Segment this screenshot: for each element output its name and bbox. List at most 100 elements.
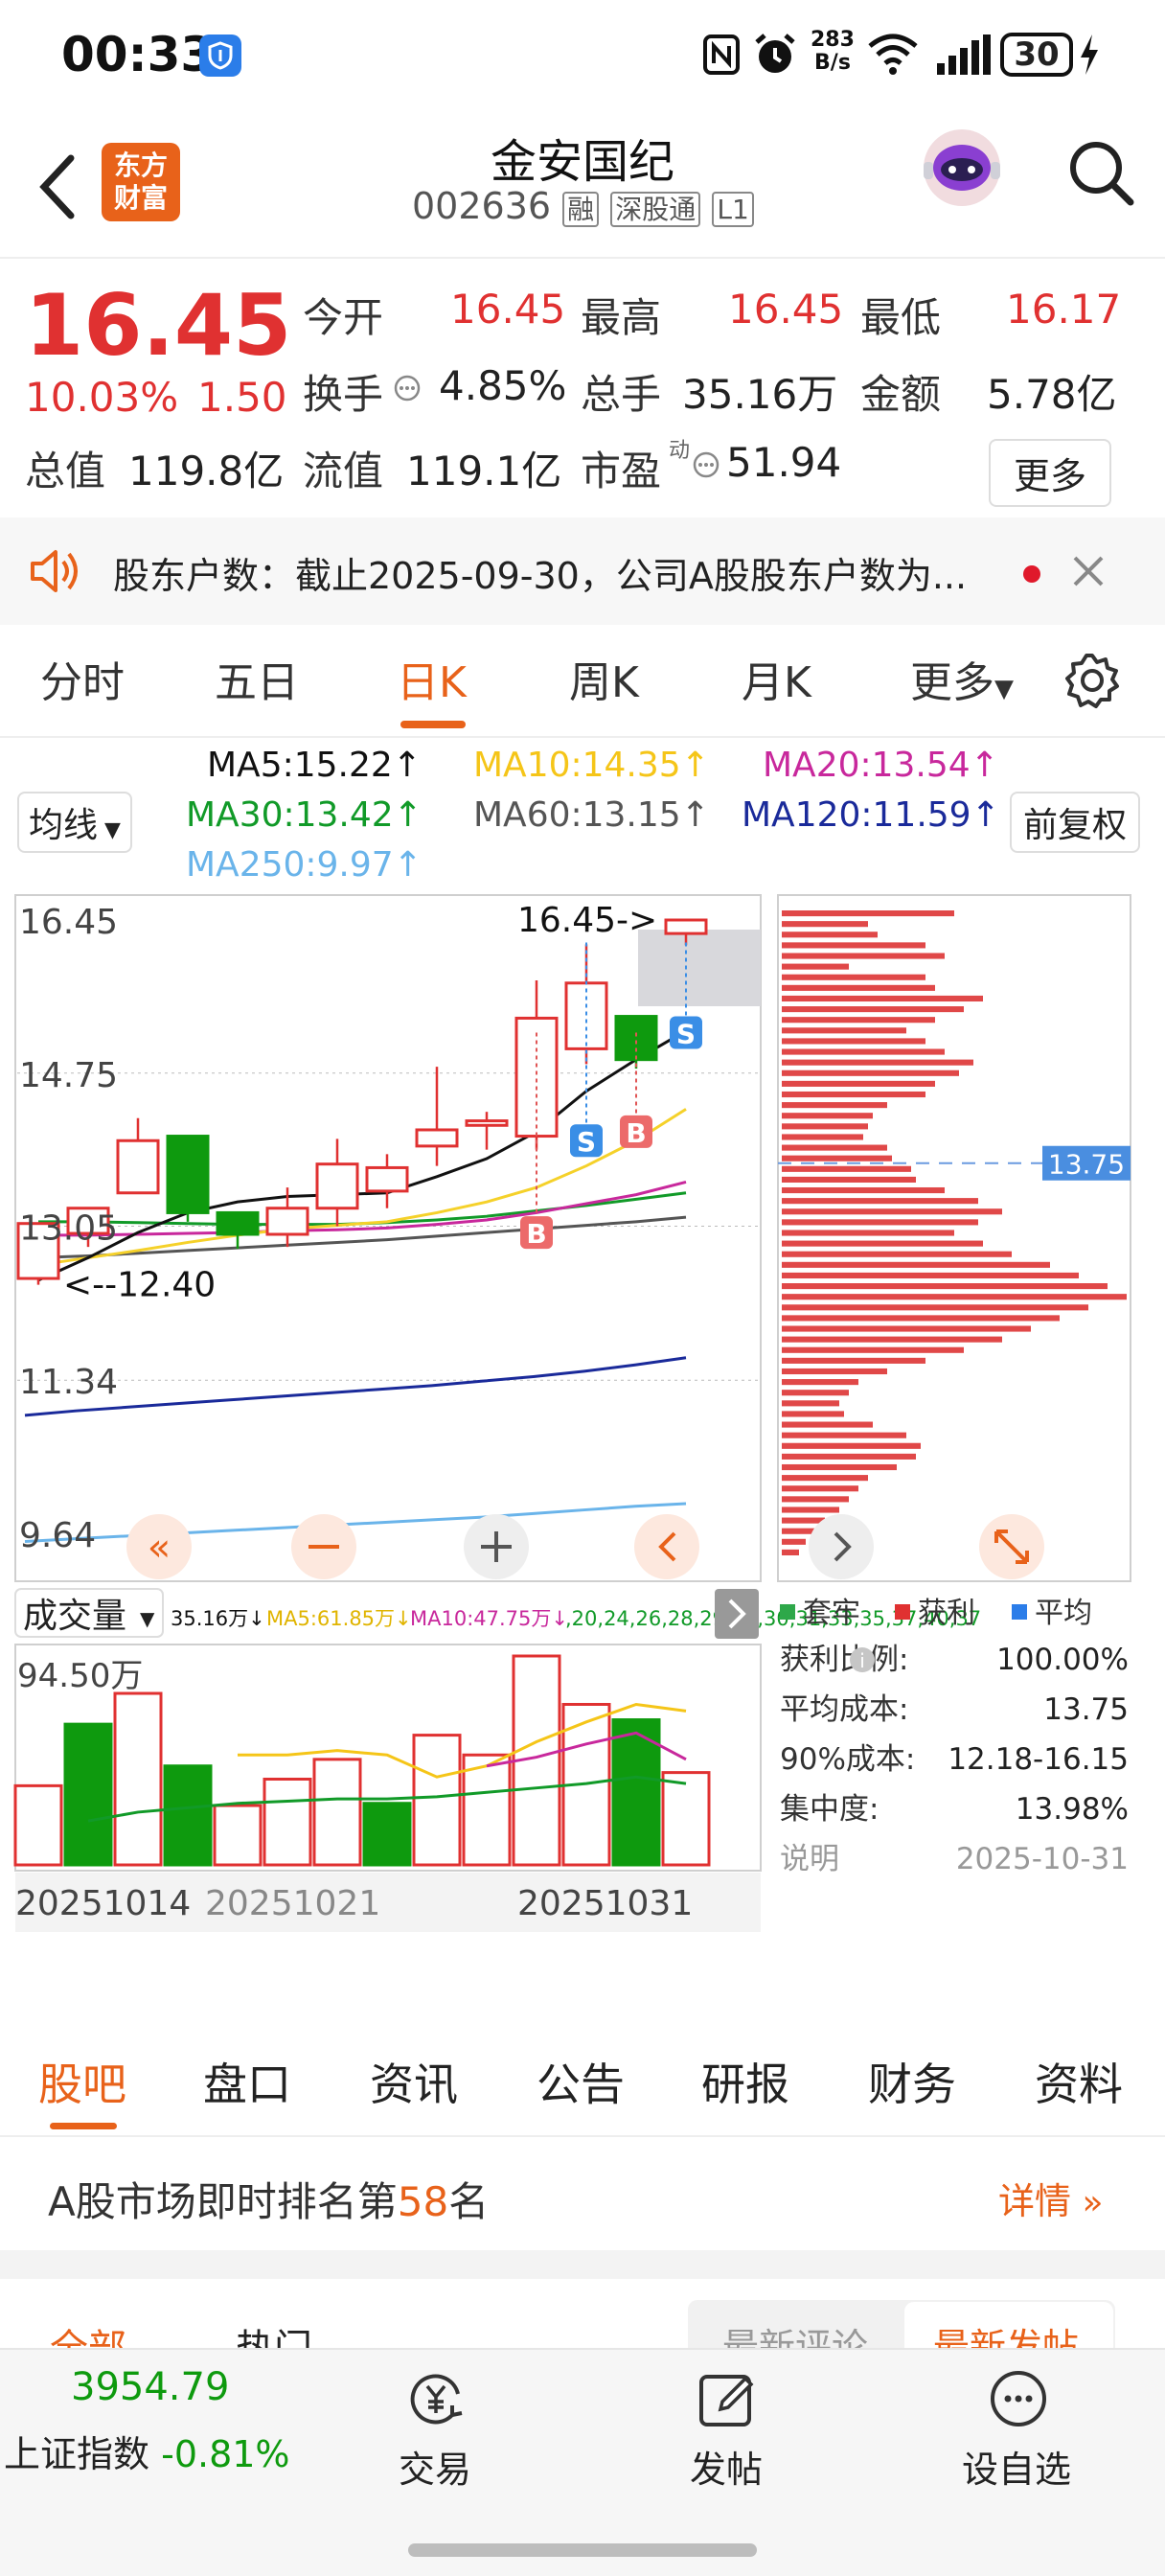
chip-bar xyxy=(782,1549,799,1555)
chip-legend: 套牢 获利 平均 xyxy=(780,1597,1092,1630)
chip-stat-value: 13.75 xyxy=(1043,1692,1129,1727)
zoom-in-button[interactable] xyxy=(464,1514,529,1579)
margin-tag: 融 xyxy=(562,192,600,227)
ma-legend: MA5:15.22↑ MA10:14.35↑ MA20:13.54↑ 均线 ▼ … xyxy=(0,738,1165,889)
tab-weekly-k[interactable]: 周K xyxy=(569,648,639,709)
clock: 00:33 xyxy=(61,27,215,82)
chip-next-button[interactable] xyxy=(809,1514,874,1579)
chip-bar xyxy=(782,1315,1060,1322)
tab-orderbook[interactable]: 盘口 xyxy=(203,2050,291,2113)
chip-average-value: 13.75 xyxy=(1048,1149,1125,1181)
trade-label[interactable]: 交易 xyxy=(399,2440,471,2493)
chip-bar xyxy=(782,1357,925,1364)
content-tabs: 股吧 盘口 资讯 公告 研报 财务 资料 xyxy=(0,2027,1165,2137)
ma-selector[interactable]: 均线 ▼ xyxy=(17,792,132,853)
zoom-out-button[interactable] xyxy=(291,1514,356,1579)
chip-stat-value: 13.98% xyxy=(1016,1792,1129,1827)
speaker-icon xyxy=(27,544,84,598)
settings-gear-icon[interactable] xyxy=(1062,650,1123,711)
info-icon-glyph: i xyxy=(859,1649,865,1672)
legend-average: 平均 xyxy=(1035,1597,1092,1630)
chip-bar xyxy=(782,1421,873,1428)
mktcap-value: 119.8亿 xyxy=(128,448,285,494)
chip-bar xyxy=(782,1038,925,1045)
chip-bar xyxy=(782,1390,849,1396)
notice-bar[interactable]: 股东户数：截止2025-09-30，公司A股股东户数为... xyxy=(0,518,1165,625)
trade-icon[interactable] xyxy=(402,2365,469,2432)
tab-more[interactable]: 更多▼ xyxy=(910,648,1014,709)
tab-five-day[interactable]: 五日 xyxy=(215,648,299,709)
volume-bar xyxy=(462,1753,512,1867)
volume-label: 总手 xyxy=(581,371,662,418)
tab-financials[interactable]: 财务 xyxy=(868,2050,956,2113)
filter-all[interactable]: 全部 xyxy=(50,2317,126,2348)
detail-link[interactable]: 详情 » xyxy=(998,2172,1103,2224)
filter-hot[interactable]: 热门 xyxy=(236,2317,312,2348)
price-axis-label: 11.34 xyxy=(19,1363,118,1402)
tab-announcements[interactable]: 公告 xyxy=(537,2050,625,2113)
more-dots-icon[interactable] xyxy=(985,2365,1052,2432)
chip-bar xyxy=(782,1453,916,1460)
tab-monthly-k[interactable]: 月K xyxy=(742,648,811,709)
tab-guba[interactable]: 股吧 xyxy=(38,2050,126,2113)
low-label: 最低 xyxy=(860,294,942,341)
indicator-expand-button[interactable] xyxy=(715,1589,759,1639)
sort-latest-post[interactable]: 最新发帖 xyxy=(933,2317,1079,2348)
mktcap-label: 总值 xyxy=(25,448,106,494)
price-axis-label: 16.45 xyxy=(19,903,118,942)
home-indicator[interactable] xyxy=(408,2543,757,2557)
stock-code-line: 002636 融 深股通 L1 xyxy=(412,185,754,227)
chip-bar xyxy=(782,1123,868,1130)
adjust-selector[interactable]: 前复权 xyxy=(1010,792,1141,853)
chip-bar xyxy=(782,1506,839,1513)
pe-dynamic-tag: 动 xyxy=(669,439,691,463)
chip-bar xyxy=(782,1442,921,1449)
ma120-label: MA120:11.59↑ xyxy=(742,795,1000,835)
chip-bar xyxy=(782,1006,964,1013)
candle-body xyxy=(216,1210,260,1236)
signal-label: S xyxy=(577,1126,596,1158)
info-circle-icon[interactable] xyxy=(692,450,720,479)
dropdown-arrow-icon: ▼ xyxy=(140,1607,155,1630)
search-icon[interactable] xyxy=(1065,137,1138,210)
info-circle-icon[interactable] xyxy=(393,374,422,402)
tab-intraday[interactable]: 分时 xyxy=(40,648,125,709)
scroll-left-fast-button[interactable]: « xyxy=(126,1514,192,1579)
scroll-left-button[interactable] xyxy=(634,1514,699,1579)
chip-bar xyxy=(782,1528,815,1534)
index-value[interactable]: 3954.79 xyxy=(71,2365,229,2409)
chip-bar xyxy=(782,1294,1127,1300)
unread-dot xyxy=(1023,565,1040,583)
more-button[interactable]: 更多 xyxy=(989,439,1112,507)
post-label[interactable]: 发帖 xyxy=(690,2440,763,2493)
rank-text: A股市场即时排名第58名 xyxy=(48,2170,489,2228)
chip-bar xyxy=(782,1102,887,1109)
chip-bar xyxy=(782,1485,858,1492)
watchlist-label[interactable]: 设自选 xyxy=(962,2440,1071,2493)
kline-chart[interactable]: 16.45-><--12.40 BS BS 16.4514.7513.0511.3… xyxy=(0,889,1165,2027)
battery-level: 30 xyxy=(1000,33,1073,77)
signal-label: S xyxy=(676,1018,696,1049)
index-line[interactable]: 上证指数 -0.81% xyxy=(4,2425,290,2477)
robot-assistant-icon[interactable] xyxy=(916,120,1008,212)
wifi-icon xyxy=(864,29,922,79)
chip-bar xyxy=(782,1251,1012,1257)
tab-news[interactable]: 资讯 xyxy=(370,2050,458,2113)
tab-profile[interactable]: 资料 xyxy=(1035,2050,1123,2113)
rank-row[interactable]: A股市场即时排名第58名 详情 » xyxy=(0,2137,1165,2250)
chip-bar xyxy=(782,1538,806,1545)
chart-period-tabs: 分时 五日 日K 周K 月K 更多▼ xyxy=(0,625,1165,738)
tab-research[interactable]: 研报 xyxy=(701,2050,789,2113)
edit-post-icon[interactable] xyxy=(694,2365,761,2432)
sort-latest-comment[interactable]: 最新评论 xyxy=(722,2317,868,2348)
alarm-icon xyxy=(751,31,799,79)
chip-bar xyxy=(782,1517,825,1524)
fullscreen-button[interactable] xyxy=(979,1514,1044,1579)
tab-daily-k[interactable]: 日K xyxy=(397,648,467,709)
volume-bar xyxy=(412,1734,462,1867)
chip-bar xyxy=(782,1027,906,1034)
chip-bar xyxy=(782,1144,887,1151)
chip-bar xyxy=(782,1432,906,1438)
candle-body xyxy=(415,1128,459,1148)
close-icon[interactable] xyxy=(1067,550,1109,592)
